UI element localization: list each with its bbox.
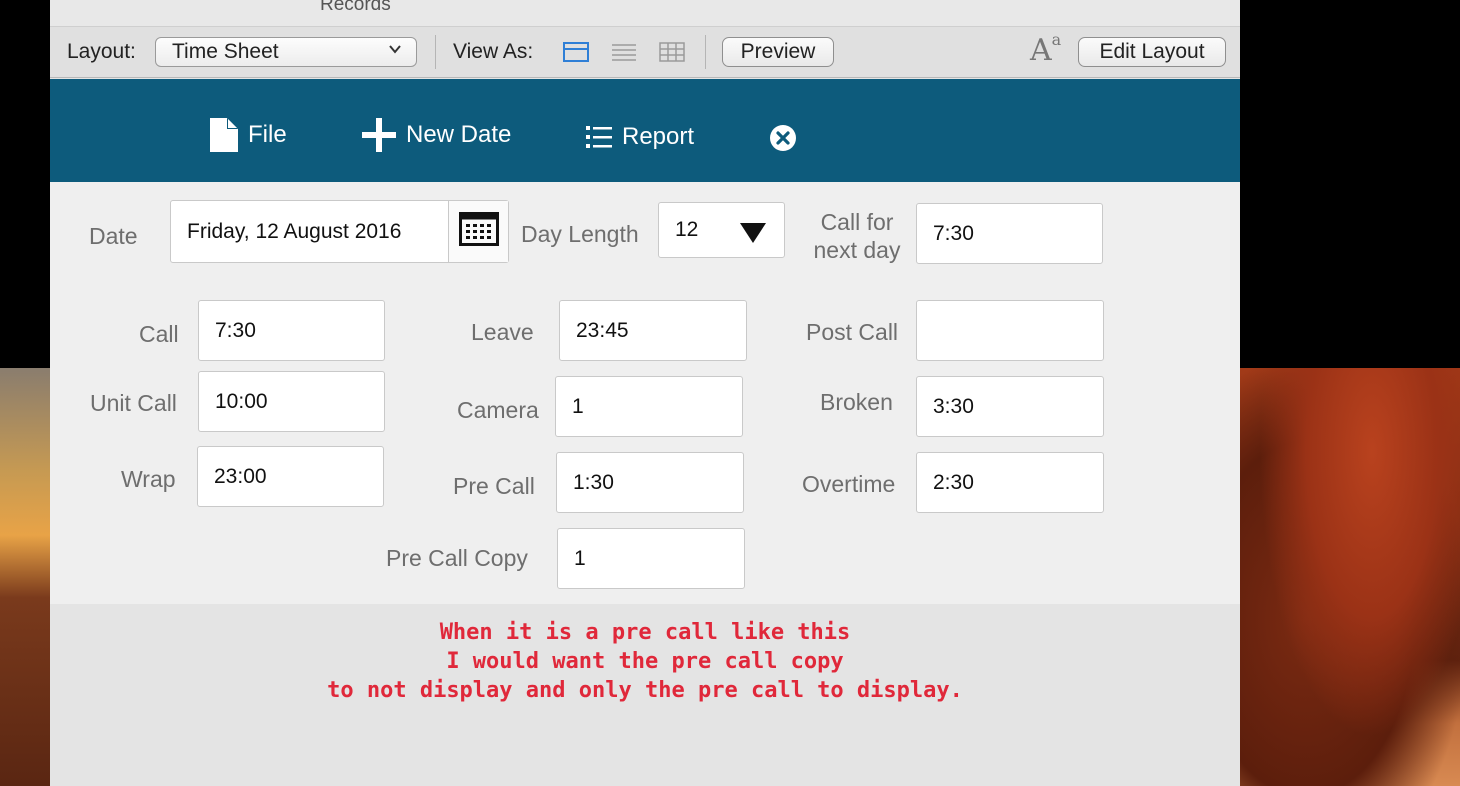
action-toolbar: File New Date Report [50, 79, 1240, 182]
layout-bar: Layout: Time Sheet View As: Preview Aa E… [50, 27, 1240, 78]
report-button[interactable]: Report [586, 123, 694, 151]
broken-field[interactable]: 3:30 [916, 376, 1104, 437]
document-icon [210, 118, 238, 152]
pre-call-label: Pre Call [453, 473, 535, 499]
camera-label: Camera [457, 397, 539, 423]
desktop-background-left [0, 368, 50, 786]
date-value: Friday, 12 August 2016 [187, 219, 402, 243]
list-icon [586, 125, 612, 149]
date-field[interactable]: Friday, 12 August 2016 [170, 200, 509, 263]
annotation-note: When it is a pre call like this I would … [50, 618, 1240, 705]
unit-call-label: Unit Call [90, 390, 177, 416]
divider [435, 35, 436, 69]
leave-label: Leave [471, 319, 534, 345]
overtime-label: Overtime [802, 471, 896, 497]
divider [705, 35, 706, 69]
call-field[interactable]: 7:30 [198, 300, 385, 361]
records-strip: Records [50, 0, 1240, 27]
pre-call-copy-label: Pre Call Copy [386, 545, 528, 571]
view-list-icon[interactable] [611, 42, 637, 62]
day-length-dropdown[interactable]: 12 [658, 202, 785, 258]
new-date-button[interactable]: New Date [362, 118, 511, 152]
dropdown-arrow-icon [740, 223, 766, 243]
report-label: Report [622, 123, 695, 150]
wrap-label: Wrap [121, 466, 176, 492]
call-next-day-label: Call for next day [813, 209, 901, 263]
unit-call-field[interactable]: 10:00 [198, 371, 385, 432]
note-line: I would want the pre call copy [446, 649, 844, 674]
preview-button[interactable]: Preview [722, 37, 834, 67]
app-window: Records Layout: Time Sheet View As: Prev… [50, 0, 1240, 786]
post-call-label: Post Call [806, 319, 899, 345]
overtime-field[interactable]: 2:30 [916, 452, 1104, 513]
note-line: When it is a pre call like this [439, 620, 851, 645]
new-date-label: New Date [406, 121, 512, 148]
leave-field[interactable]: 23:45 [559, 300, 747, 361]
post-call-field[interactable] [916, 300, 1104, 361]
layout-select-value: Time Sheet [172, 40, 279, 63]
calendar-icon [458, 211, 499, 252]
wrap-field[interactable]: 23:00 [197, 446, 384, 507]
note-line: to not display and only the pre call to … [327, 678, 963, 703]
calendar-button[interactable] [448, 201, 508, 262]
plus-icon [362, 118, 396, 152]
view-form-icon[interactable] [563, 42, 589, 62]
pre-call-copy-field[interactable]: 1 [557, 528, 745, 589]
view-table-icon[interactable] [659, 42, 685, 62]
pre-call-field[interactable]: 1:30 [556, 452, 744, 513]
font-size-icon[interactable]: Aa [1030, 30, 1061, 68]
view-as-label: View As: [453, 40, 534, 63]
records-label: Records [320, 0, 391, 15]
close-icon [769, 124, 797, 152]
edit-layout-button[interactable]: Edit Layout [1078, 37, 1226, 67]
layout-select[interactable]: Time Sheet [155, 37, 417, 67]
day-length-value: 12 [675, 218, 699, 241]
call-next-day-field[interactable]: 7:30 [916, 203, 1103, 264]
time-sheet-form: Date Friday, 12 August 2016 Day Length 1… [50, 182, 1240, 604]
chevron-down-icon [388, 42, 402, 61]
call-label: Call [139, 321, 179, 347]
file-label: File [248, 121, 287, 148]
desktop-background-right [1240, 368, 1460, 786]
broken-label: Broken [820, 389, 893, 415]
date-label: Date [89, 223, 138, 249]
file-button[interactable]: File [210, 118, 287, 152]
day-length-label: Day Length [521, 221, 639, 247]
camera-field[interactable]: 1 [555, 376, 743, 437]
close-button[interactable] [769, 124, 797, 152]
layout-label: Layout: [67, 40, 136, 63]
